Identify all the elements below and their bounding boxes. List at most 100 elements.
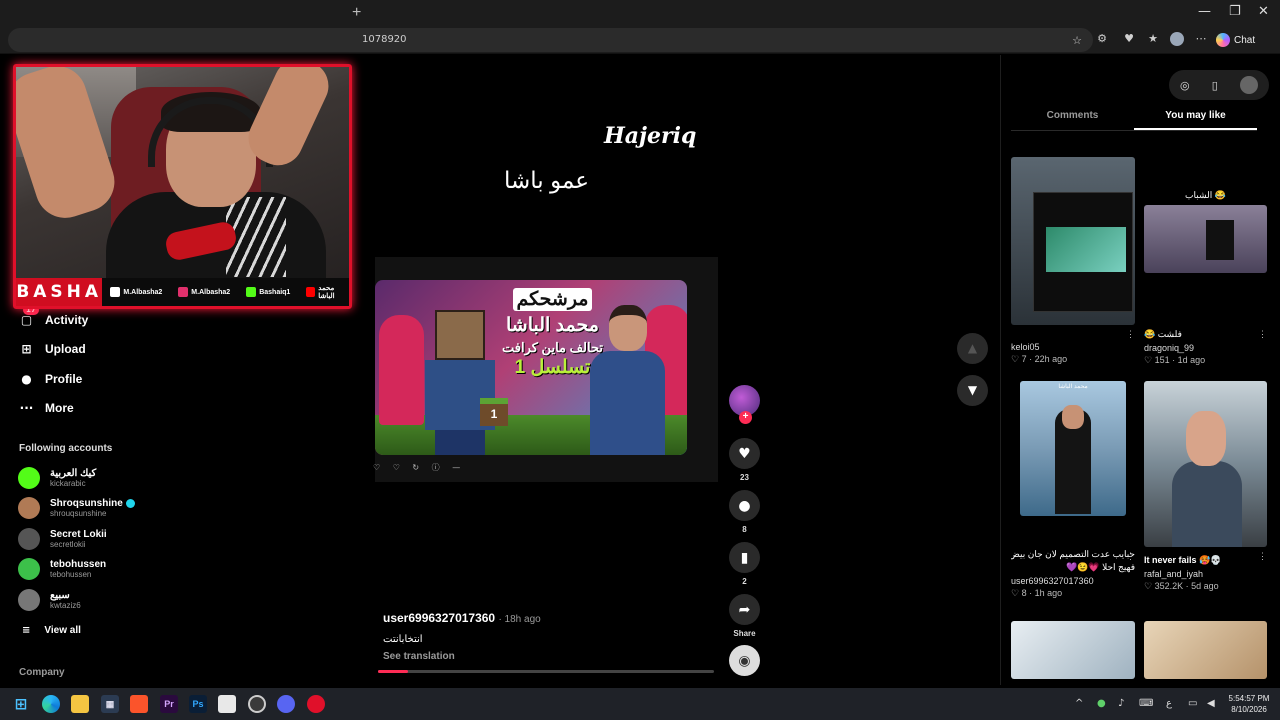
post-time: · 18h ago <box>498 614 541 625</box>
more-menu-icon[interactable]: ⋯ <box>1194 32 1208 46</box>
maximize-button[interactable]: ❐ <box>1229 4 1241 19</box>
card-user[interactable]: dragoniq_99 <box>1144 343 1267 353</box>
save-button[interactable]: ▮ 2 <box>729 542 760 586</box>
tab-you-may-like[interactable]: You may like <box>1134 105 1257 130</box>
premiere-pro-icon[interactable]: Pr <box>160 695 178 713</box>
see-translation-link[interactable]: See translation <box>383 651 455 662</box>
minimize-button[interactable]: — <box>1198 4 1211 19</box>
suggested-video-card[interactable]: ⋮ It never fails 🥵💀 rafal_and_iyah ♡ 352… <box>1144 381 1267 592</box>
keyboard-icon[interactable]: ⌨ <box>1139 698 1153 709</box>
profile-icon: ● <box>21 371 32 386</box>
suggested-video-card[interactable]: الشباب 😂 ⋮ 😂 فلشت dragoniq_99 ♡ 151 · 1d… <box>1144 190 1267 366</box>
sidebar-item-activity[interactable]: ▢ 17 Activity <box>18 305 88 328</box>
brave-browser-icon[interactable] <box>130 695 148 713</box>
card-user[interactable]: user6996327017360 <box>1011 576 1135 586</box>
account-name-text: Secret Lokii <box>50 529 107 540</box>
avatar <box>18 497 40 519</box>
social-handle: M.Albasha2 <box>178 284 230 300</box>
tray-chevron-icon[interactable]: ^ <box>1075 698 1083 709</box>
monitor-icon[interactable]: ▭ <box>1188 698 1197 709</box>
suggested-video-card[interactable]: محمد الباشا ⋮ حبايب عدت التصميم لان جان … <box>1011 381 1135 599</box>
sidebar-item-more[interactable]: ··· More <box>18 399 74 416</box>
card-user[interactable]: rafal_and_iyah <box>1144 569 1267 579</box>
favorites-icon[interactable]: ★ <box>1146 32 1160 46</box>
sidebar-item-profile[interactable]: ● Profile <box>18 370 82 387</box>
suggested-video-card[interactable] <box>1144 621 1267 679</box>
copilot-chat-button[interactable]: Chat <box>1216 30 1255 50</box>
coins-icon[interactable]: ◎ <box>1180 79 1190 92</box>
system-clock[interactable]: 5:54:57 PM 8/10/2026 <box>1226 693 1272 715</box>
video-thumbnail[interactable]: 1 مرشحكم محمد الباشا تحالف ماين كرافت تس… <box>375 280 687 455</box>
like-button[interactable]: ♥ 23 <box>729 438 760 482</box>
company-link[interactable]: Company <box>19 667 65 678</box>
photoshop-icon[interactable]: Ps <box>189 695 207 713</box>
card-overlay-text: محمد الباشا <box>1058 384 1088 390</box>
card-thumbnail: محمد الباشا <box>1020 381 1126 516</box>
tray-security-icon[interactable]: ● <box>1097 698 1106 709</box>
thumb-title-line-1: مرشحكم <box>512 288 593 311</box>
following-account[interactable]: Shroqsunshine shrouqsunshine <box>18 497 135 519</box>
comment-button[interactable]: ● 8 <box>729 490 760 534</box>
thumbnail-controls[interactable]: ♡ ♡ ↻ ⓘ — <box>373 462 465 473</box>
sound-button[interactable]: ◉ <box>729 645 760 676</box>
comment-count: 8 <box>742 525 747 534</box>
card-meta: ♡ 8 · 1h ago <box>1011 588 1063 598</box>
clock-date: 8/10/2026 <box>1231 705 1267 714</box>
thumb-title-line-3: تحالف ماين كرافت <box>501 340 603 355</box>
start-windows-icon[interactable]: ⊞ <box>12 695 30 713</box>
app-red-icon[interactable] <box>307 695 325 713</box>
store-icon[interactable]: ▦ <box>101 695 119 713</box>
card-more-icon[interactable]: ⋮ <box>1258 329 1267 340</box>
obs-icon[interactable] <box>248 695 266 713</box>
card-user[interactable]: keloi05 <box>1011 342 1135 352</box>
device-icon[interactable]: ▯ <box>1212 79 1218 92</box>
following-account[interactable]: سبيع kwtaziz6 <box>18 589 81 611</box>
image-viewer-icon[interactable] <box>218 695 236 713</box>
more-icon: ··· <box>19 400 34 415</box>
browser-essentials-icon[interactable]: ♥ <box>1122 32 1136 46</box>
card-thumbnail <box>1144 205 1267 273</box>
suggested-video-card[interactable]: ⋮ keloi05 ♡ 7 · 22h ago <box>1011 157 1135 365</box>
author-name[interactable]: user6996327017360 <box>383 611 495 625</box>
sound-disc-icon: ◉ <box>729 645 760 676</box>
account-name: Shroqsunshine <box>50 498 135 509</box>
card-more-icon[interactable]: ⋮ <box>1126 329 1135 340</box>
video-author[interactable]: user6996327017360 · 18h ago <box>383 611 541 625</box>
view-all-label: View all <box>44 625 81 636</box>
address-bar[interactable]: 1078920 ☆ <box>8 28 1093 52</box>
follow-plus-icon[interactable]: + <box>739 411 752 424</box>
share-button[interactable]: ➦ Share <box>729 594 760 638</box>
card-more-icon[interactable]: ⋮ <box>1258 551 1267 562</box>
video-progress-bar[interactable] <box>378 670 714 673</box>
card-more-icon[interactable]: ⋮ <box>1126 551 1135 562</box>
volume-icon[interactable]: ◀ <box>1207 698 1215 709</box>
discord-icon[interactable] <box>277 695 295 713</box>
brand-logo: BASHA <box>16 278 103 306</box>
next-video-button[interactable]: ▼ <box>957 375 988 406</box>
file-explorer-icon[interactable] <box>71 695 89 713</box>
favorite-star-icon[interactable]: ☆ <box>1070 34 1084 48</box>
following-account[interactable]: Secret Lokii secretlokii <box>18 528 107 550</box>
microphone-icon[interactable]: ♪ <box>1118 698 1124 709</box>
verified-badge-icon <box>125 498 135 508</box>
user-avatar-icon[interactable] <box>1239 76 1258 94</box>
tab-comments[interactable]: Comments <box>1011 105 1134 130</box>
close-window-button[interactable]: ✕ <box>1258 4 1269 19</box>
new-tab-button[interactable]: + <box>352 4 361 22</box>
comment-icon: ● <box>729 490 760 521</box>
sidebar-item-upload[interactable]: ⊞ Upload <box>18 340 85 357</box>
input-language[interactable]: ع <box>1166 698 1172 709</box>
view-all-button[interactable]: ≡ View all <box>22 625 81 636</box>
extensions-icon[interactable]: ⚙ <box>1095 32 1109 46</box>
browser-toolbar: 1078920 ☆ ⚙ ♥ ★ ⋯ Chat <box>0 26 1280 54</box>
edge-browser-icon[interactable] <box>42 695 60 713</box>
following-account[interactable]: كيك العربية kickarabic <box>18 467 96 489</box>
profile-avatar-icon[interactable] <box>1170 32 1184 46</box>
suggested-video-card[interactable] <box>1011 621 1135 679</box>
creator-avatar-button[interactable]: + <box>729 385 760 424</box>
following-account[interactable]: tebohussen tebohussen <box>18 558 106 580</box>
signature-overlay: Hajeriq <box>604 123 697 149</box>
previous-video-button[interactable]: ▲ <box>957 333 988 364</box>
instagram-icon <box>178 287 189 297</box>
activity-icon: ▢ 17 <box>18 305 39 328</box>
